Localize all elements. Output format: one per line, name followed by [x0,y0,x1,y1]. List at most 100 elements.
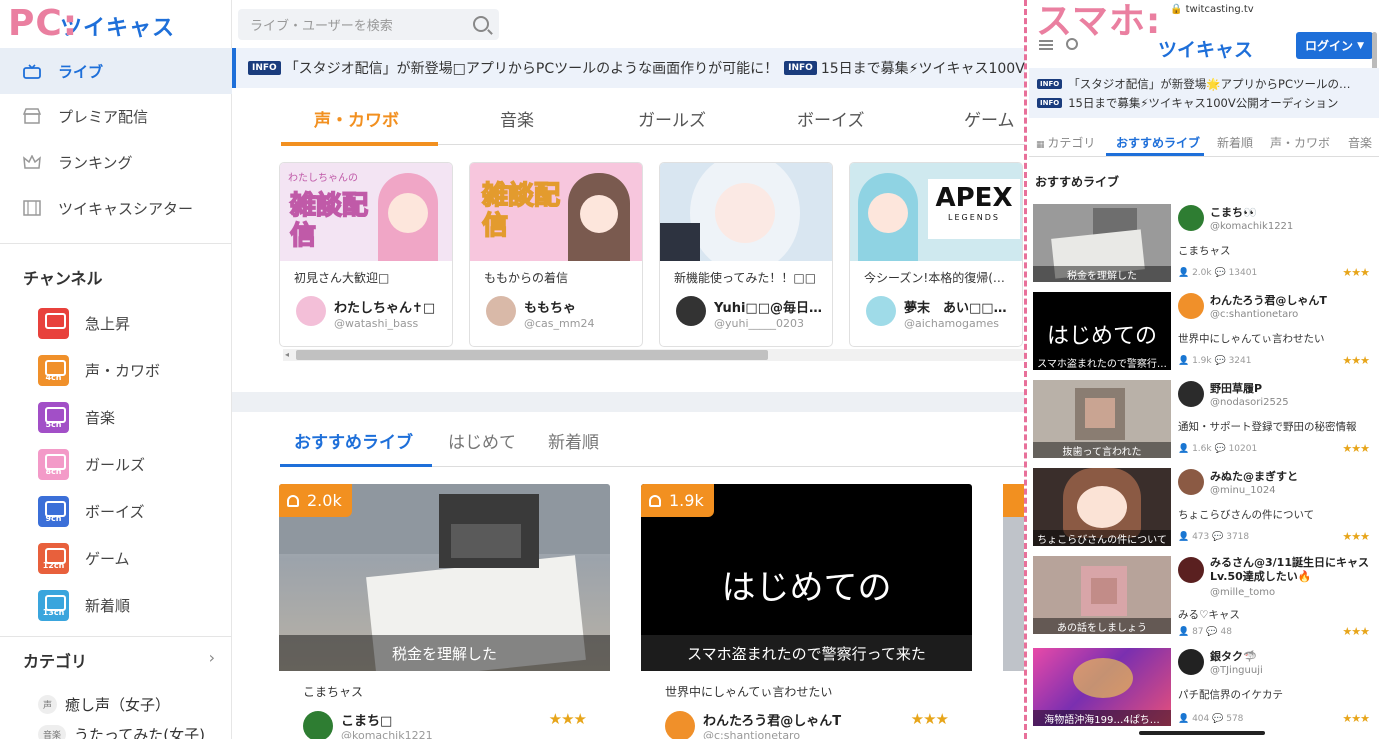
channel-item-music[interactable]: 5ch 音楽 [38,401,115,433]
tab-first-time[interactable]: はじめて [448,428,516,453]
categories-heading[interactable]: カテゴリ › [23,648,215,672]
comment-icon: 💬 [1214,268,1229,278]
viewer-count: 87 [1192,627,1204,637]
live-card[interactable]: 新機能使ってみた！！□□ Yuhi□□@毎日… @yuhi_____0203 [659,162,833,347]
sp-tab-recommended[interactable]: おすすめライブ [1116,134,1200,151]
sp-live-row[interactable]: 海物語沖海199…4ぱち… 銀タク🦈 @TJinguuji パチ配信界のイケカテ… [1033,648,1373,727]
person-icon: 👤 [1178,268,1193,278]
sp-live-row[interactable]: 税金を理解した こまち👀 @komachik1221 こまちャス 👤 2.0k … [1033,204,1373,283]
sp-live-row[interactable]: はじめての スマホ盗まれたので警察行… わんたろう君@しゃんT @c:shant… [1033,292,1373,371]
channel-5ch-icon: 5ch [38,401,69,433]
sp-info-item[interactable]: INFO 15日まで募集⚡ツイキャス100V公開オーディション [1037,95,1367,111]
stream-caption: あの話をしましょう [1033,618,1171,634]
tab-baseline [438,144,1025,145]
sp-url-bar[interactable]: 🔒 twitcasting.tv [1170,4,1254,15]
nav-item-live[interactable]: ライブ [0,48,232,94]
stream-caption: スマホ盗まれたので警察行って来た [641,635,972,671]
live-card[interactable]: わたしちゃんの 雑談配信 初見さん大歓迎□ わたしちゃん✝□ @watashi_… [279,162,453,347]
info-tag: INFO [1037,98,1063,108]
sp-username[interactable]: みぬた@まぎすと [1210,468,1375,484]
character-face [1077,486,1127,528]
avatar[interactable] [866,296,896,326]
search-icon[interactable] [1066,38,1078,50]
live-card-large-partial[interactable] [1003,484,1024,671]
sp-tab-category[interactable]: ▦ カテゴリ [1036,134,1095,151]
avatar[interactable] [486,296,516,326]
card-username[interactable]: 夢末 あい□□… [904,297,1007,316]
card-title: 今シーズン!本格的復帰(… [864,271,1005,285]
avatar[interactable] [1178,557,1204,583]
channel-item-game[interactable]: 12ch ゲーム [38,542,130,574]
sp-tab-music[interactable]: 音楽 [1348,134,1372,151]
card-username[interactable]: ももちゃ [524,297,576,316]
sp-live-row[interactable]: ちょこらびさんの件について みぬた@まぎすと @minu_1024 ちょこらびさ… [1033,468,1373,547]
avatar[interactable] [1178,293,1204,319]
sp-live-row[interactable]: 抜歯って言われた 野田草履P @nodasori2525 通知・サポート登録で野… [1033,380,1373,459]
scroll-left-arrow-icon[interactable]: ◂ [285,350,289,359]
rating-stars: ★★★ [1342,266,1370,279]
category-item[interactable]: 音楽 うたってみた(女子) [38,722,205,739]
tab-newest[interactable]: 新着順 [548,428,599,453]
info-ticker[interactable]: INFO 「スタジオ配信」が新登場□アプリからPCツールのような画面作りが可能に… [232,48,1025,88]
avatar[interactable] [1178,381,1204,407]
sp-live-row[interactable]: あの話をしましょう みるさん@3/11誕生日にキャスLv.50達成したい🔥 @m… [1033,556,1375,638]
channel-item-trending[interactable]: 急上昇 [38,307,130,339]
avatar[interactable] [1178,205,1204,231]
card-userid: @c:shantionetaro [703,729,801,739]
tab-game[interactable]: ゲーム [964,106,1015,131]
info-tag: INFO [784,61,817,75]
search-input[interactable]: ライブ・ユーザーを検索 [238,9,499,40]
live-card-large[interactable]: はじめての 1.9k スマホ盗まれたので警察行って来た 世界中にしゃんてぃ言わせ… [641,484,972,739]
nav-item-ranking[interactable]: ランキング [0,139,232,185]
sp-username[interactable]: みるさん@3/11誕生日にキャスLv.50達成したい🔥 [1210,556,1375,584]
tab-music[interactable]: 音楽 [500,106,534,131]
channel-label: 音楽 [85,408,116,427]
search-icon[interactable] [473,16,489,32]
sp-tab-voice[interactable]: 声・カワボ [1270,134,1330,151]
live-card[interactable]: 雑談配信 ももからの着信 ももちゃ @cas_mm24 [469,162,643,347]
login-button[interactable]: ログイン ▼ [1296,32,1373,59]
channel-item-boys[interactable]: 9ch ボーイズ [38,495,145,527]
card-username[interactable]: わたしちゃん✝□ [334,297,435,316]
hamburger-menu-icon[interactable] [1039,40,1053,50]
sp-userid: @komachik1221 [1210,221,1294,232]
category-item[interactable]: 声 癒し声（女子） [38,692,170,716]
sp-username[interactable]: 銀タク🦈 [1210,648,1375,664]
card-username[interactable]: こまち□ [341,710,392,729]
channel-item-new[interactable]: 13ch 新着順 [38,589,130,621]
sp-logo[interactable]: ツイキャス [1158,35,1253,62]
sp-userid: @c:shantionetaro [1210,309,1299,320]
avatar[interactable] [296,296,326,326]
thumb-title: 雑談配信 [481,180,561,242]
avatar[interactable] [676,296,706,326]
person-icon: 👤 [1178,532,1193,542]
avatar[interactable] [303,711,333,739]
sp-username[interactable]: 野田草履P [1210,380,1375,396]
pixelated-face [451,524,521,558]
card-username[interactable]: わんたろう君@しゃんT [703,710,841,729]
sp-username[interactable]: こまち👀 [1210,204,1375,220]
info-text[interactable]: 15日まで募集⚡ツイキャス100V公開 [821,58,1025,78]
sp-info-item[interactable]: INFO 「スタジオ配信」が新登場🌟アプリからPCツールの… [1037,76,1367,92]
sp-description: パチ配信界のイケカテ [1178,689,1283,701]
scrollbar-thumb[interactable] [296,350,768,360]
sp-tab-newest[interactable]: 新着順 [1217,134,1253,151]
tab-boys[interactable]: ボーイズ [797,106,865,131]
tab-girls[interactable]: ガールズ [638,106,706,131]
sp-username[interactable]: わんたろう君@しゃんT [1210,292,1375,308]
info-text[interactable]: 「スタジオ配信」が新登場□アプリからPCツールのような画面作りが可能に！ [285,58,778,78]
avatar[interactable] [665,711,695,739]
channel-item-voice[interactable]: 4ch 声・カワボ [38,354,160,386]
card-username[interactable]: Yuhi□□@毎日… [714,297,822,316]
tab-recommended[interactable]: おすすめライブ [294,428,413,453]
nav-item-premier[interactable]: プレミア配信 [0,93,232,139]
channel-item-girls[interactable]: 8ch ガールズ [38,448,145,480]
avatar[interactable] [1178,469,1204,495]
thumb-title: 雑談配信 [289,190,369,252]
avatar[interactable] [1178,649,1204,675]
tab-voice[interactable]: 声・カワボ [314,106,399,131]
nav-item-theater[interactable]: ツイキャスシアター [0,185,232,231]
thumb-subtitle: わたしちゃんの [288,173,358,184]
live-card-large[interactable]: 2.0k 税金を理解した こまちャス こまち□ @komachik1221 ★★… [279,484,610,739]
live-card[interactable]: APEX LEGENDS 今シーズン!本格的復帰(… 夢末 あい□□… @aic… [849,162,1023,347]
